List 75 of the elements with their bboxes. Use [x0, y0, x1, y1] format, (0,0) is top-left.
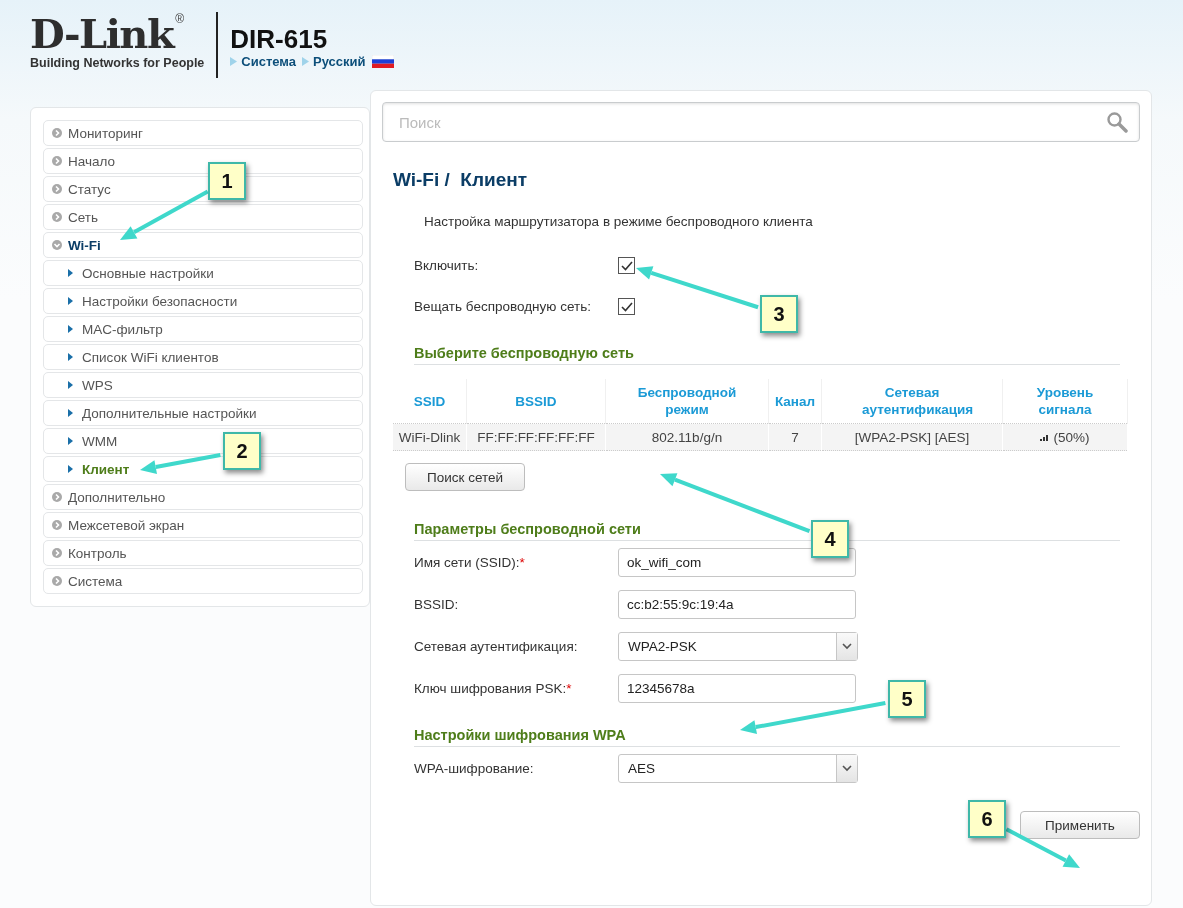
- search-field[interactable]: Поиск: [382, 102, 1140, 142]
- callout-number: 3: [760, 295, 798, 333]
- model-name: DIR-615: [230, 24, 329, 54]
- table-cell: WiFi-Dlink: [393, 423, 467, 451]
- input-field[interactable]: ok_wifi_com: [618, 547, 856, 577]
- sidebar-subitem[interactable]: Настройки безопасности: [43, 288, 363, 314]
- sidebar-item[interactable]: Начало: [43, 148, 363, 174]
- chevron-down-icon: [842, 642, 852, 650]
- field-label: Вещать беспроводную сеть:: [414, 299, 592, 314]
- sidebar-item[interactable]: Wi-Fi: [43, 232, 363, 258]
- callout-number: 1: [208, 162, 246, 200]
- chevron-down-icon: [842, 764, 852, 772]
- triangle-icon: [302, 57, 310, 66]
- dropdown[interactable]: AES: [618, 753, 858, 783]
- field-label: Ключ шифрования PSK:*: [414, 680, 573, 696]
- expand-icon: [52, 492, 62, 502]
- callout-number: 2: [223, 432, 261, 470]
- bullet-icon: [68, 325, 73, 333]
- tagline: Building Networks for People: [30, 56, 205, 70]
- bullet-icon: [68, 353, 73, 361]
- table-cell: FF:FF:FF:FF:FF:FF: [466, 423, 606, 451]
- signal-icon: [1040, 434, 1050, 441]
- sidebar-item[interactable]: Система: [43, 568, 363, 594]
- sidebar-subitem[interactable]: Основные настройки: [43, 260, 363, 286]
- checkbox[interactable]: [618, 298, 635, 315]
- bullet-icon: [68, 381, 73, 389]
- sidebar-subitem[interactable]: MAC-фильтр: [43, 316, 363, 342]
- expand-icon: [52, 128, 62, 138]
- bullet-icon: [68, 297, 73, 305]
- expand-icon: [52, 576, 62, 586]
- table-cell: 802.11b/g/n: [605, 423, 769, 451]
- expand-icon: [52, 156, 62, 166]
- page-title: Wi-Fi / Клиент: [393, 169, 529, 191]
- field-label: Сетевая аутентификация:: [414, 638, 579, 654]
- logo: D-Link: [30, 12, 174, 56]
- table-cell: 7: [768, 423, 822, 451]
- registered-mark: ®: [175, 12, 184, 26]
- breadcrumb-link[interactable]: Русский: [313, 54, 366, 69]
- sidebar-item[interactable]: Межсетевой экран: [43, 512, 363, 538]
- callout-number: 6: [968, 800, 1006, 838]
- sidebar-item[interactable]: Мониторинг: [43, 120, 363, 146]
- checkbox[interactable]: [618, 257, 635, 274]
- field-label: Включить:: [414, 258, 480, 273]
- field-label: BSSID:: [414, 596, 460, 612]
- field-label: Имя сети (SSID):*: [414, 554, 526, 570]
- sidebar-subitem[interactable]: Дополнительные настройки: [43, 400, 363, 426]
- input-field[interactable]: cc:b2:55:9c:19:4a: [618, 589, 856, 619]
- apply-button[interactable]: Применить: [1020, 811, 1140, 839]
- table-cell: [WPA2-PSK] [AES]: [821, 423, 1003, 451]
- flag-icon: [371, 55, 394, 68]
- field-label: WPA-шифрование:: [414, 760, 535, 776]
- dropdown[interactable]: WPA2-PSK: [618, 631, 858, 661]
- sidebar-subitem[interactable]: WPS: [43, 372, 363, 398]
- description: Настройка маршрутизатора в режиме беспроводного клиента: [424, 214, 814, 229]
- bullet-icon: [68, 437, 73, 445]
- expand-icon: [52, 212, 62, 222]
- search-icon[interactable]: [1106, 111, 1128, 133]
- sidebar-subitem[interactable]: Список WiFi клиентов: [43, 344, 363, 370]
- sidebar-item[interactable]: Контроль: [43, 540, 363, 566]
- sidebar-item[interactable]: Дополнительно: [43, 484, 363, 510]
- scan-networks-button[interactable]: Поиск сетей: [405, 463, 526, 491]
- bullet-icon: [68, 409, 73, 417]
- bullet-icon: [68, 269, 73, 277]
- expand-icon: [52, 184, 62, 194]
- triangle-icon: [230, 57, 238, 66]
- breadcrumb-link[interactable]: Система: [241, 54, 297, 69]
- callout-number: 5: [888, 680, 926, 718]
- callout-number: 4: [811, 520, 849, 558]
- expand-icon: [52, 520, 62, 530]
- bullet-icon: [68, 465, 73, 473]
- input-field[interactable]: 12345678a: [618, 673, 856, 703]
- section-heading: Выберите беспроводную сеть: [414, 345, 1120, 365]
- sidebar-item[interactable]: Сеть: [43, 204, 363, 230]
- table-cell: (50%): [1002, 423, 1128, 451]
- expand-icon: [52, 548, 62, 558]
